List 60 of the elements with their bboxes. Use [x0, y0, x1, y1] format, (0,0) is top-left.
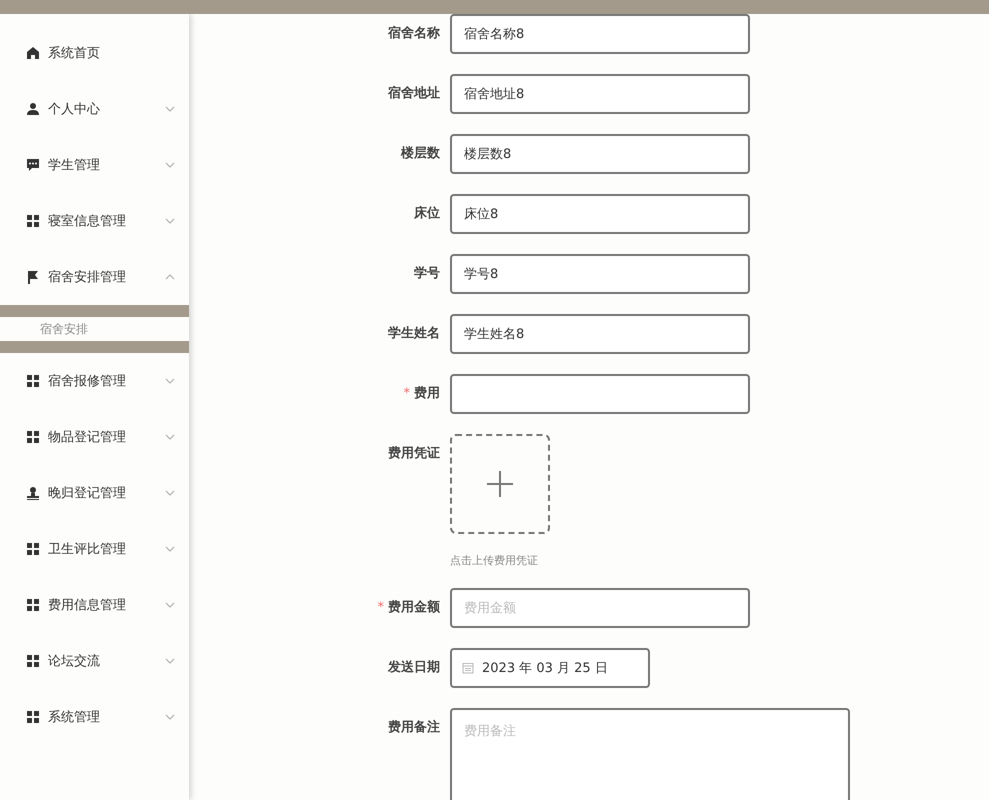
calendar-icon	[462, 662, 474, 674]
sidebar-item[interactable]: 宿舍安排管理	[0, 249, 189, 305]
grid-icon	[26, 374, 40, 388]
chevron-icon	[165, 434, 175, 440]
field-label: 学生姓名	[387, 325, 441, 343]
field-label: 费用备注	[387, 718, 441, 737]
field-label: 楼层数	[400, 145, 441, 163]
sidebar-item[interactable]: 宿舍报修管理	[0, 353, 189, 409]
sidebar-item[interactable]: 系统首页	[0, 25, 189, 81]
field-label: 床位	[413, 204, 441, 223]
sidebar-item[interactable]: 系统管理	[0, 689, 189, 745]
plus-icon	[486, 470, 514, 498]
field-label: 宿舍地址	[387, 84, 441, 103]
chevron-icon	[165, 162, 175, 168]
field-label: 发送日期	[386, 659, 441, 677]
home-icon	[26, 46, 40, 60]
grid-icon	[26, 598, 40, 612]
grid-icon	[26, 542, 40, 556]
user-icon	[26, 102, 40, 116]
textarea-field[interactable]: 费用备注	[450, 708, 850, 800]
upload-box[interactable]	[450, 434, 550, 534]
upload-hint: 点击上传费用凭证	[450, 553, 539, 568]
input-field[interactable]: 宿舍地址8	[450, 74, 750, 114]
chevron-icon	[165, 658, 175, 664]
sidebar-item[interactable]: 卫生评比管理	[0, 521, 189, 577]
grid-icon	[26, 214, 40, 228]
chevron-icon	[165, 546, 175, 552]
sidebar-item[interactable]: 个人中心	[0, 81, 189, 137]
grid-icon	[26, 430, 40, 444]
chevron-icon	[165, 218, 175, 224]
chevron-icon	[165, 106, 175, 112]
sidebar-item[interactable]: 费用信息管理	[0, 577, 189, 633]
input-field[interactable]: 学生姓名8	[450, 314, 750, 354]
input-field[interactable]: 床位8	[450, 194, 750, 234]
chevron-icon	[165, 490, 175, 496]
flag-icon	[26, 270, 40, 284]
field-label: 宿舍名称	[387, 24, 441, 43]
date-field[interactable]: 2023 年 03 月 25 日	[450, 648, 650, 688]
chevron-icon	[165, 274, 175, 280]
input-field[interactable]	[450, 374, 750, 414]
sidebar-item[interactable]: 物品登记管理	[0, 409, 189, 465]
chevron-icon	[165, 378, 175, 384]
input-field[interactable]: 学号8	[450, 254, 750, 294]
grid-icon	[26, 710, 40, 724]
chat-icon	[26, 158, 40, 172]
chevron-icon	[165, 714, 175, 720]
field-label: 费用凭证	[387, 445, 441, 463]
sidebar-item[interactable]: 晚归登记管理	[0, 465, 189, 521]
field-label: 学号	[413, 265, 441, 283]
field-label: * 费用	[402, 385, 441, 403]
input-field[interactable]: 宿舍名称8	[450, 14, 750, 54]
stamp-icon	[26, 486, 40, 500]
input-field[interactable]: 费用金额	[450, 588, 750, 628]
sidebar-item[interactable]: 学生管理	[0, 137, 189, 193]
sidebar-item[interactable]: 寝室信息管理	[0, 193, 189, 249]
grid-icon	[26, 654, 40, 668]
sidebar-item[interactable]: 论坛交流	[0, 633, 189, 689]
chevron-icon	[165, 602, 175, 608]
input-field[interactable]: 楼层数8	[450, 134, 750, 174]
field-label: * 费用金额	[376, 598, 441, 617]
